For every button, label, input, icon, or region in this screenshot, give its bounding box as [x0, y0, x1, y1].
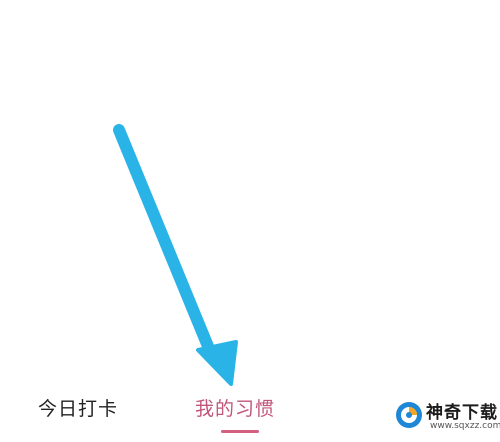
tab-my-habits[interactable]: 我的习惯 — [195, 394, 275, 421]
arrow-head — [196, 340, 238, 386]
active-tab-indicator — [221, 430, 259, 433]
watermark-title: 神奇下载 — [426, 403, 498, 423]
arrow-pointer-icon — [113, 124, 238, 386]
tab-today-checkin[interactable]: 今日打卡 — [38, 394, 118, 421]
app-screen: 今日打卡 我的习惯 神奇下载 www.sqxzz.com — [0, 0, 500, 442]
site-logo-icon — [396, 402, 422, 428]
arrow-shaft — [113, 124, 218, 362]
site-watermark: 神奇下载 www.sqxzz.com — [394, 396, 500, 438]
watermark-url: www.sqxzz.com — [430, 421, 500, 431]
